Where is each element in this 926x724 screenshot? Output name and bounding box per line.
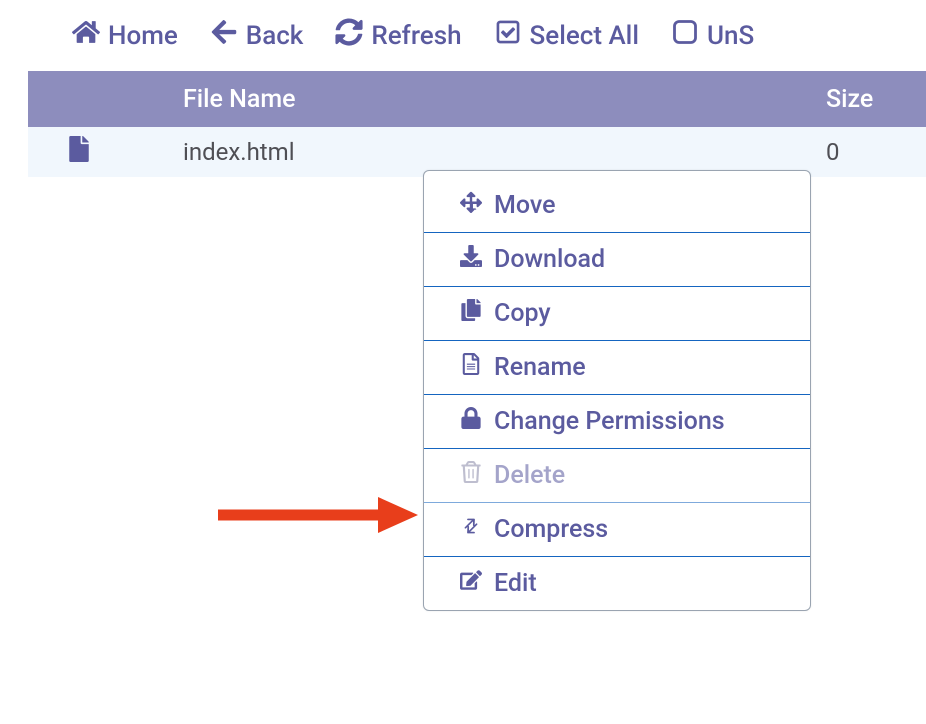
menu-label-edit: Edit	[494, 569, 537, 598]
refresh-label: Refresh	[371, 21, 461, 51]
column-header-name[interactable]: File Name	[183, 85, 826, 114]
menu-item-download[interactable]: Download	[424, 233, 810, 287]
context-menu: Move Download Copy Rename Change Permiss…	[423, 170, 811, 611]
menu-label-copy: Copy	[494, 299, 551, 328]
download-icon	[460, 245, 482, 274]
check-square-icon	[494, 18, 522, 53]
back-button[interactable]: Back	[210, 18, 304, 53]
home-label: Home	[108, 21, 178, 51]
menu-label-move: Move	[494, 191, 556, 220]
menu-item-move[interactable]: Move	[424, 179, 810, 233]
select-all-button[interactable]: Select All	[494, 18, 639, 53]
file-alt-icon	[460, 353, 482, 382]
menu-label-change-permissions: Change Permissions	[494, 407, 725, 436]
unselect-button[interactable]: UnS	[671, 18, 754, 53]
annotation-arrow	[218, 497, 418, 533]
back-label: Back	[246, 21, 304, 51]
move-icon	[460, 191, 482, 220]
file-icon	[28, 136, 183, 168]
refresh-icon	[335, 18, 363, 53]
menu-label-rename: Rename	[494, 353, 586, 382]
menu-item-copy[interactable]: Copy	[424, 287, 810, 341]
column-header-size[interactable]: Size	[826, 85, 926, 114]
copy-icon	[460, 299, 482, 328]
toolbar: Home Back Refresh Select All UnS	[0, 0, 926, 71]
home-icon	[72, 18, 100, 53]
select-all-label: Select All	[530, 21, 639, 51]
menu-item-change-permissions[interactable]: Change Permissions	[424, 395, 810, 449]
file-table: File Name Size index.html 0	[0, 71, 926, 177]
square-icon	[671, 18, 699, 53]
arrow-left-icon	[210, 18, 238, 53]
edit-icon	[460, 569, 482, 598]
menu-label-delete: Delete	[494, 461, 565, 490]
trash-icon	[460, 461, 482, 490]
home-button[interactable]: Home	[72, 18, 178, 53]
menu-label-download: Download	[494, 245, 605, 274]
menu-item-rename[interactable]: Rename	[424, 341, 810, 395]
refresh-button[interactable]: Refresh	[335, 18, 461, 53]
file-size: 0	[826, 138, 926, 166]
compress-icon	[460, 515, 482, 544]
lock-icon	[460, 407, 482, 436]
menu-item-delete[interactable]: Delete	[424, 449, 810, 503]
menu-item-edit[interactable]: Edit	[424, 557, 810, 610]
unselect-label: UnS	[707, 21, 754, 51]
menu-label-compress: Compress	[494, 515, 608, 544]
table-header: File Name Size	[28, 71, 926, 127]
file-name: index.html	[183, 138, 826, 166]
menu-item-compress[interactable]: Compress	[424, 503, 810, 557]
